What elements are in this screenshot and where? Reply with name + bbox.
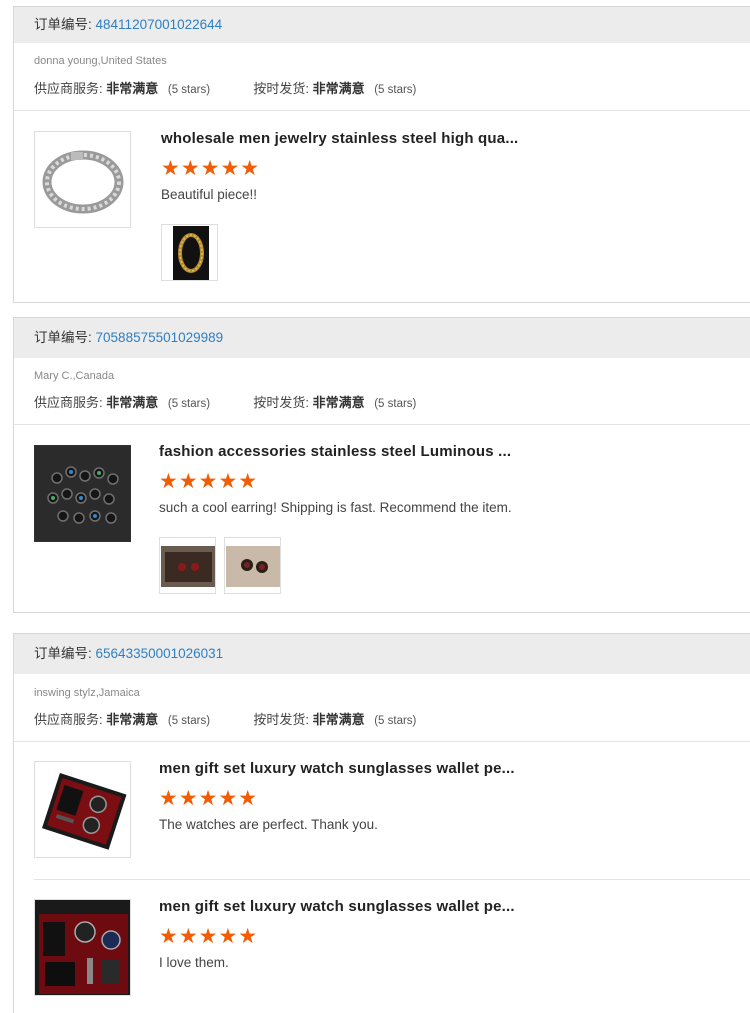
- shipping-label: 按时发货:: [253, 712, 309, 727]
- supplier-service-label: 供应商服务:: [34, 712, 103, 727]
- product-title-link[interactable]: wholesale men jewelry stainless steel hi…: [161, 130, 518, 147]
- review-photo[interactable]: [224, 537, 281, 594]
- review-text: Beautiful piece!!: [161, 187, 258, 202]
- seller-ratings: 供应商服务: 非常满意 (5 stars) 按时发货: 非常满意 (5 star…: [14, 78, 436, 97]
- supplier-service-label: 供应商服务:: [34, 81, 103, 96]
- order-card: 订单编号: 70588575501029989 Mary C.,Canada 供…: [13, 317, 750, 613]
- divider: [14, 741, 750, 742]
- shipping-stars: (5 stars): [374, 715, 417, 727]
- shipping-value: 非常满意: [312, 712, 365, 727]
- shipping-label: 按时发货:: [253, 395, 309, 410]
- product-thumbnail[interactable]: [34, 899, 131, 996]
- buyer-name: Mary C.,Canada: [34, 370, 115, 382]
- star-rating: ★★★★★: [161, 157, 261, 180]
- star-rating: ★★★★★: [159, 470, 259, 493]
- product-thumbnail[interactable]: [34, 131, 131, 228]
- divider: [34, 879, 750, 880]
- order-number-link[interactable]: 48411207001022644: [96, 17, 223, 32]
- review-text: such a cool earring! Shipping is fast. R…: [159, 500, 512, 515]
- order-header: 订单编号: 48411207001022644: [14, 7, 750, 43]
- order-header: 订单编号: 70588575501029989: [14, 318, 750, 358]
- shipping-stars: (5 stars): [374, 398, 417, 410]
- shipping-stars: (5 stars): [374, 84, 417, 96]
- order-number-link[interactable]: 65643350001026031: [96, 646, 224, 661]
- order-number-label: 订单编号:: [34, 330, 92, 345]
- order-number-label: 订单编号:: [34, 646, 92, 661]
- order-number-label: 订单编号:: [34, 17, 92, 32]
- supplier-service-stars: (5 stars): [167, 715, 211, 727]
- review-photo[interactable]: [159, 537, 216, 594]
- shipping-value: 非常满意: [312, 81, 365, 96]
- order-number-link[interactable]: 70588575501029989: [96, 330, 224, 345]
- seller-ratings: 供应商服务: 非常满意 (5 stars) 按时发货: 非常满意 (5 star…: [14, 392, 436, 411]
- product-thumbnail[interactable]: [34, 445, 131, 542]
- product-thumbnail[interactable]: [34, 761, 131, 858]
- product-title-link[interactable]: men gift set luxury watch sunglasses wal…: [159, 898, 515, 915]
- divider: [14, 424, 750, 425]
- product-title-link[interactable]: men gift set luxury watch sunglasses wal…: [159, 760, 515, 777]
- buyer-name: donna young,United States: [34, 55, 167, 67]
- seller-ratings: 供应商服务: 非常满意 (5 stars) 按时发货: 非常满意 (5 star…: [14, 709, 436, 728]
- supplier-service-label: 供应商服务:: [34, 395, 103, 410]
- supplier-service-value: 非常满意: [106, 395, 159, 410]
- supplier-service-value: 非常满意: [106, 81, 159, 96]
- order-card: 订单编号: 65643350001026031 inswing stylz,Ja…: [13, 633, 750, 1013]
- supplier-service-stars: (5 stars): [167, 84, 211, 96]
- divider: [14, 110, 750, 111]
- order-card: 订单编号: 48411207001022644 donna young,Unit…: [13, 6, 750, 303]
- review-text: The watches are perfect. Thank you.: [159, 817, 378, 832]
- shipping-label: 按时发货:: [253, 81, 309, 96]
- shipping-value: 非常满意: [312, 395, 365, 410]
- product-title-link[interactable]: fashion accessories stainless steel Lumi…: [159, 443, 511, 460]
- supplier-service-stars: (5 stars): [167, 398, 211, 410]
- star-rating: ★★★★★: [159, 925, 259, 948]
- supplier-service-value: 非常满意: [106, 712, 159, 727]
- review-text: I love them.: [159, 955, 229, 970]
- star-rating: ★★★★★: [159, 787, 259, 810]
- review-photo[interactable]: [161, 224, 218, 281]
- order-header: 订单编号: 65643350001026031: [14, 634, 750, 674]
- buyer-name: inswing stylz,Jamaica: [34, 687, 140, 699]
